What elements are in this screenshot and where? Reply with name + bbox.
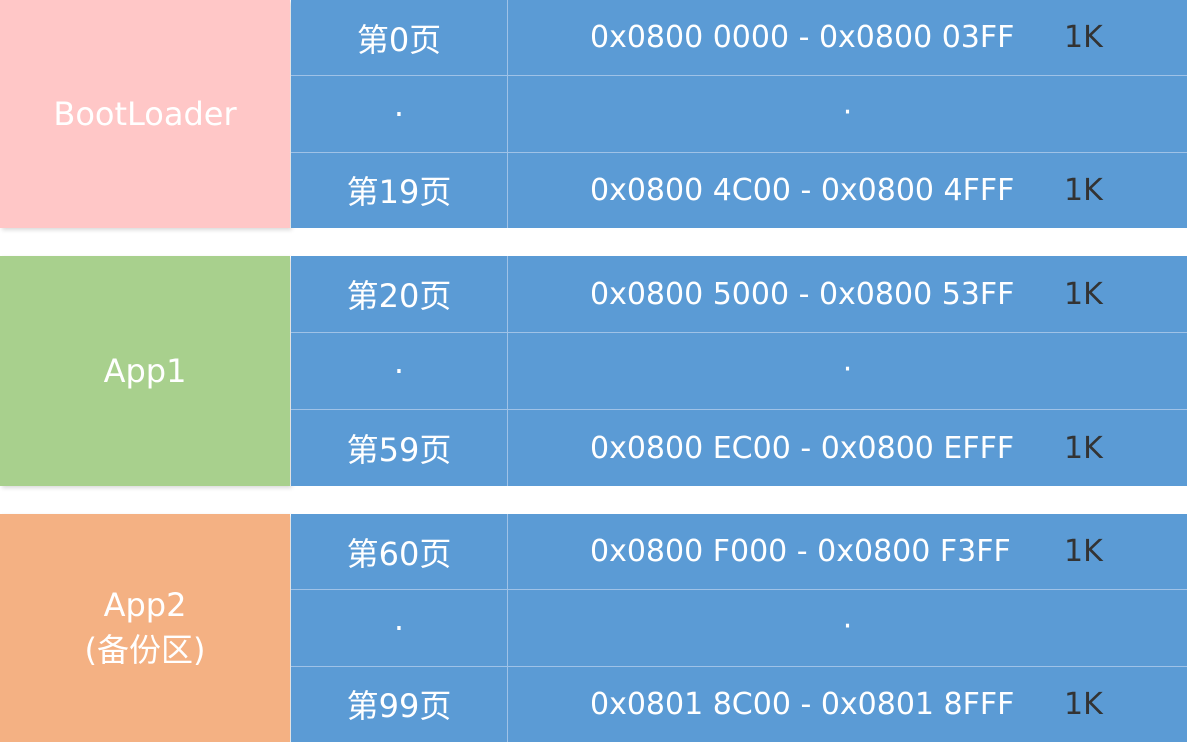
page-size: 1K <box>1064 172 1103 208</box>
ellipsis-row: · · <box>291 333 1187 410</box>
page-number: 第20页 <box>291 256 508 332</box>
address-range: 0x0800 F000 - 0x0800 F3FF <box>590 534 1011 570</box>
address-cell: · <box>508 590 1187 665</box>
address-cell: · <box>508 333 1187 409</box>
address-range: 0x0800 EC00 - 0x0800 EFFF <box>590 430 1015 466</box>
address-cell: 0x0801 8C00 - 0x0801 8FFF 1K <box>508 667 1187 742</box>
page-number: 第60页 <box>291 514 508 590</box>
address-cell: 0x0800 4C00 - 0x0800 4FFF 1K <box>508 153 1187 228</box>
page-number: 第0页 <box>291 0 508 76</box>
page-row: 第0页 0x0800 0000 - 0x0800 03FF 1K <box>291 0 1187 77</box>
page-size: 1K <box>1064 276 1103 312</box>
ellipsis-row: · · <box>291 590 1187 667</box>
page-ellipsis: · <box>291 76 508 152</box>
page-number: 第99页 <box>291 666 508 742</box>
page-size: 1K <box>1064 20 1103 56</box>
address-ellipsis: · <box>842 608 853 644</box>
page-size: 1K <box>1064 686 1103 722</box>
page-row: 第59页 0x0800 EC00 - 0x0800 EFFF 1K <box>291 410 1187 486</box>
region-label: BootLoader <box>53 94 237 133</box>
page-row: 第20页 0x0800 5000 - 0x0800 53FF 1K <box>291 256 1187 333</box>
bootloader-label-cell: BootLoader <box>0 0 290 228</box>
page-ellipsis: · <box>291 333 508 409</box>
region-label: App1 <box>103 351 187 390</box>
address-range: 0x0800 4C00 - 0x0800 4FFF <box>590 172 1015 208</box>
address-ellipsis: · <box>842 94 853 130</box>
address-range: 0x0800 5000 - 0x0800 53FF <box>590 276 1015 312</box>
app1-label-cell: App1 <box>0 256 290 486</box>
app2-region: App2 (备份区) 第60页 0x0800 F000 - 0x0800 F3F… <box>0 514 1187 742</box>
page-size: 1K <box>1064 534 1103 570</box>
address-range: 0x0801 8C00 - 0x0801 8FFF <box>590 686 1015 722</box>
page-row: 第99页 0x0801 8C00 - 0x0801 8FFF 1K <box>291 666 1187 742</box>
address-ellipsis: · <box>842 351 853 387</box>
address-range: 0x0800 0000 - 0x0800 03FF <box>590 20 1015 56</box>
region-sublabel: (备份区) <box>84 631 206 669</box>
app2-label-cell: App2 (备份区) <box>0 514 290 742</box>
address-cell: 0x0800 5000 - 0x0800 53FF 1K <box>508 256 1187 332</box>
page-number: 第59页 <box>291 410 508 486</box>
bootloader-region: BootLoader 第0页 0x0800 0000 - 0x0800 03FF… <box>0 0 1187 228</box>
page-size: 1K <box>1064 430 1103 466</box>
address-cell: 0x0800 EC00 - 0x0800 EFFF 1K <box>508 410 1187 486</box>
region-label: App2 <box>103 586 187 625</box>
app1-region: App1 第20页 0x0800 5000 - 0x0800 53FF 1K ·… <box>0 256 1187 486</box>
ellipsis-row: · · <box>291 76 1187 153</box>
page-ellipsis: · <box>291 590 508 666</box>
address-cell: 0x0800 F000 - 0x0800 F3FF 1K <box>508 514 1187 589</box>
address-cell: 0x0800 0000 - 0x0800 03FF 1K <box>508 0 1187 75</box>
page-row: 第19页 0x0800 4C00 - 0x0800 4FFF 1K <box>291 152 1187 228</box>
page-row: 第60页 0x0800 F000 - 0x0800 F3FF 1K <box>291 514 1187 591</box>
app2-page-rows: 第60页 0x0800 F000 - 0x0800 F3FF 1K · · 第9… <box>291 514 1187 742</box>
app1-page-rows: 第20页 0x0800 5000 - 0x0800 53FF 1K · · 第5… <box>291 256 1187 486</box>
address-cell: · <box>508 76 1187 151</box>
page-number: 第19页 <box>291 152 508 228</box>
bootloader-page-rows: 第0页 0x0800 0000 - 0x0800 03FF 1K · · 第19… <box>291 0 1187 228</box>
